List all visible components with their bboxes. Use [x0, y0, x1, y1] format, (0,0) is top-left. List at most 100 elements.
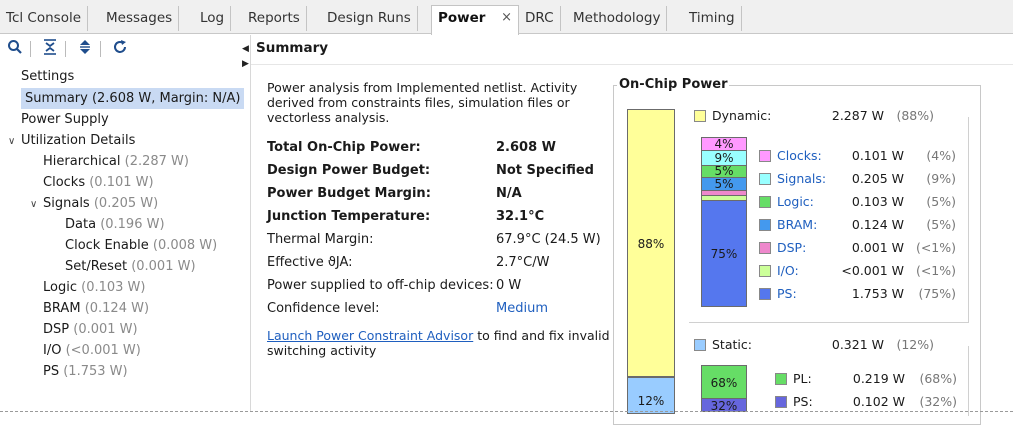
tab-tcl-console[interactable]: Tcl Console	[0, 6, 89, 31]
bar-segment-static-ps: 32%	[701, 398, 747, 413]
expand-all-icon[interactable]	[75, 39, 95, 59]
tree-item-settings[interactable]: Settings	[21, 66, 74, 87]
row-thermal-margin: Thermal Margin: 67.9°C (24.5 W)	[267, 232, 612, 252]
tree-label: PS	[43, 364, 60, 379]
row-key: Total On-Chip Power:	[267, 140, 421, 155]
tab-reports[interactable]: Reports	[242, 6, 307, 31]
legend-link[interactable]: Clocks:	[777, 148, 822, 163]
tree-item-io[interactable]: I/O (<0.001 W)	[43, 340, 141, 361]
row-value: 2.608 W	[496, 140, 556, 155]
panel-bottom-border	[0, 411, 1013, 412]
confidence-link[interactable]: Medium	[496, 301, 548, 316]
tree-value: (0.001 W)	[131, 259, 196, 274]
legend-item-logic: Logic: 0.103 W (5%)	[759, 194, 964, 214]
legend-item-bram: BRAM: 0.124 W (5%)	[759, 217, 964, 237]
legend-pct: (<1%)	[915, 263, 956, 278]
tree-value: (0.008 W)	[152, 238, 218, 253]
panel-splitter[interactable]	[250, 35, 251, 411]
row-value: 32.1°C	[496, 209, 545, 224]
tree-value: (0.205 W)	[93, 196, 159, 211]
legend-item-dsp: DSP: 0.001 W (<1%)	[759, 240, 964, 260]
legend-value: 0.124 W	[851, 217, 904, 232]
tree-item-hierarchical[interactable]: Hierarchical (2.287 W)	[43, 151, 189, 172]
tree-item-set-reset[interactable]: Set/Reset (0.001 W)	[65, 256, 196, 277]
tree-label: DSP	[43, 322, 70, 337]
row-value: 2.7°C/W	[496, 255, 550, 270]
bar-static: 12%	[627, 377, 675, 414]
tree-item-dsp[interactable]: DSP (0.001 W)	[43, 319, 138, 340]
chevron-down-icon[interactable]: ∨	[8, 136, 15, 147]
tab-timing[interactable]: Timing	[683, 6, 742, 31]
tab-messages[interactable]: Messages	[100, 6, 180, 31]
tree-value: (2.287 W)	[124, 154, 189, 169]
summary-intro: Power analysis from Implemented netlist.…	[267, 80, 578, 125]
row-key: Power Budget Margin:	[267, 186, 431, 201]
row-junction-temp: Junction Temperature: 32.1°C	[267, 209, 612, 229]
tree-item-power-supply[interactable]: Power Supply	[21, 109, 109, 130]
advisor-text: Launch Power Constraint Advisor to find …	[267, 328, 612, 358]
search-icon[interactable]	[5, 39, 25, 59]
tree-item-bram[interactable]: BRAM (0.124 W)	[43, 298, 149, 319]
bar-segment-clocks: 4%	[701, 137, 747, 151]
tree-item-data[interactable]: Data (0.196 W)	[65, 214, 165, 235]
tab-power[interactable]: Power ×	[431, 5, 519, 35]
legend-swatch	[759, 173, 771, 185]
tab-methodology[interactable]: Methodology	[567, 6, 668, 31]
tree-label: BRAM	[43, 301, 81, 316]
refresh-icon[interactable]	[110, 39, 130, 59]
legend-link[interactable]: PS:	[777, 286, 797, 301]
chevron-down-icon[interactable]: ∨	[30, 199, 37, 210]
legend-pct: (68%)	[919, 371, 957, 386]
toolbar-separator	[30, 41, 31, 57]
tree-value: (0.103 W)	[81, 280, 146, 295]
row-key: Effective ϑJA:	[267, 255, 353, 270]
tab-design-runs[interactable]: Design Runs	[321, 6, 418, 31]
row-key: Design Power Budget:	[267, 163, 431, 178]
tree-item-ps[interactable]: PS (1.753 W)	[43, 361, 128, 382]
legend-pct: (75%)	[918, 286, 956, 301]
advisor-link[interactable]: Launch Power Constraint Advisor	[267, 328, 473, 343]
toolbar	[0, 35, 250, 63]
legend-value: <0.001 W	[841, 263, 904, 278]
tree-value: (0.001 W)	[73, 322, 138, 337]
tab-log[interactable]: Log	[194, 6, 232, 31]
collapse-panel-icon[interactable]: ◀ ▶	[242, 42, 249, 72]
tab-drc[interactable]: DRC	[519, 6, 561, 31]
legend-value: 0.103 W	[851, 194, 904, 209]
tree-value: (0.196 W)	[100, 217, 165, 232]
tree-label: Logic	[43, 280, 77, 295]
tree-value: (1.753 W)	[63, 364, 128, 379]
tree-label: Signals	[43, 196, 90, 211]
tree-item-logic[interactable]: Logic (0.103 W)	[43, 277, 145, 298]
row-key: Power supplied to off-chip devices:	[267, 278, 494, 293]
tree-item-summary[interactable]: Summary (2.608 W, Margin: N/A)	[21, 88, 245, 109]
tree-label: Set/Reset	[65, 259, 128, 274]
tree-item-utilization-details[interactable]: Utilization Details	[21, 130, 135, 151]
legend-label: PL:	[793, 371, 812, 386]
tree-item-signals[interactable]: Signals (0.205 W)	[43, 193, 158, 214]
tree-label: I/O	[43, 343, 62, 358]
legend-swatch	[759, 219, 771, 231]
report-tree: Settings Summary (2.608 W, Margin: N/A) …	[0, 64, 250, 410]
row-budget-margin: Power Budget Margin: N/A	[267, 186, 612, 206]
legend-item-static-pl: PL: 0.219 W (68%)	[775, 371, 965, 391]
bar-segment-ps: 75%	[701, 200, 747, 307]
legend-item-clocks: Clocks: 0.101 W (4%)	[759, 148, 964, 168]
legend-swatch	[759, 150, 771, 162]
legend-swatch	[759, 265, 771, 277]
legend-link[interactable]: Signals:	[777, 171, 826, 186]
close-icon[interactable]: ×	[501, 6, 512, 30]
row-value: 0 W	[496, 278, 522, 293]
tree-label: Clocks	[43, 175, 86, 190]
legend-link[interactable]: DSP:	[777, 240, 806, 255]
legend-link[interactable]: I/O:	[777, 263, 799, 278]
legend-link[interactable]: Logic:	[777, 194, 814, 209]
collapse-all-icon[interactable]	[40, 39, 60, 59]
legend-swatch	[759, 288, 771, 300]
legend-link[interactable]: BRAM:	[777, 217, 817, 232]
legend-value: 1.753 W	[851, 286, 904, 301]
row-key: Thermal Margin:	[267, 232, 374, 247]
tree-item-clock-enable[interactable]: Clock Enable (0.008 W)	[65, 235, 217, 256]
tab-power-label: Power	[438, 10, 486, 26]
tree-item-clocks[interactable]: Clocks (0.101 W)	[43, 172, 154, 193]
